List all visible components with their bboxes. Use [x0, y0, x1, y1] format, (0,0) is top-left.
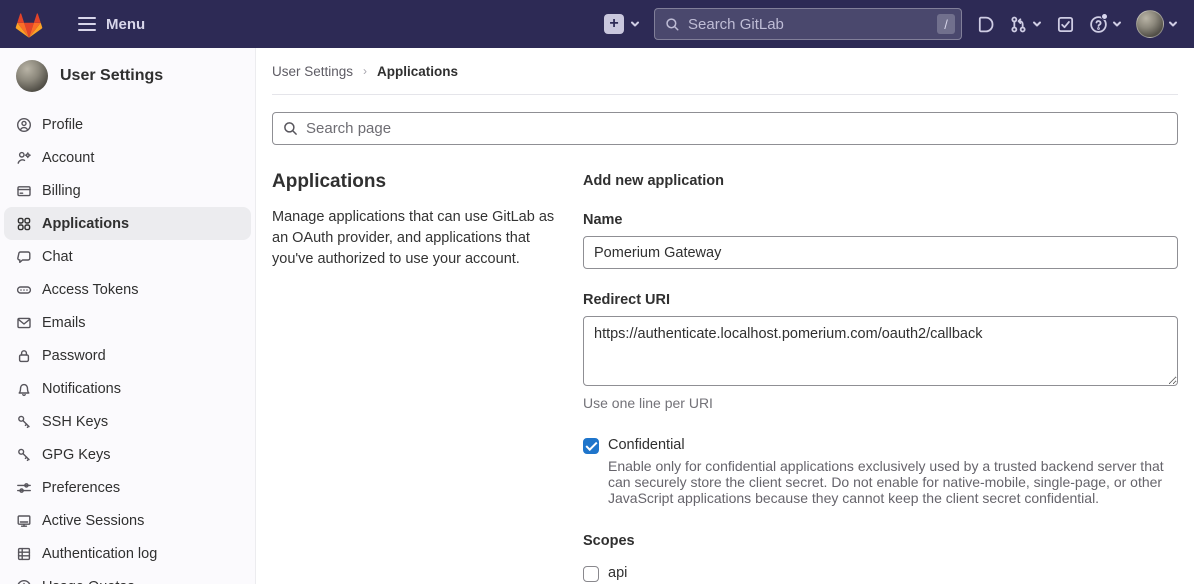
menu-label: Menu: [106, 16, 145, 33]
redirect-uri-textarea[interactable]: https://authenticate.localhost.pomerium.…: [583, 316, 1178, 386]
preferences-icon: [16, 480, 32, 496]
active-sessions-icon: [16, 513, 32, 529]
sidebar-item-notifications[interactable]: Notifications: [4, 372, 251, 405]
sidebar-item-preferences[interactable]: Preferences: [4, 471, 251, 504]
sidebar-item-active-sessions[interactable]: Active Sessions: [4, 504, 251, 537]
ssh-keys-icon: [16, 414, 32, 430]
avatar: [1136, 10, 1164, 38]
notification-dot: [1101, 13, 1108, 20]
sidebar-title: User Settings: [60, 67, 163, 85]
notifications-icon: [16, 381, 32, 397]
hamburger-icon: [78, 17, 96, 31]
merge-requests-button[interactable]: [1009, 15, 1042, 34]
scope-api-row: api: [583, 564, 1178, 582]
chevron-down-icon: [1112, 19, 1122, 29]
password-icon: [16, 348, 32, 364]
redirect-uri-label: Redirect URI: [583, 292, 1178, 308]
page-search[interactable]: [272, 112, 1178, 145]
top-navbar: Menu + /: [0, 0, 1194, 48]
sidebar-header: User Settings: [0, 48, 255, 102]
billing-icon: [16, 183, 32, 199]
breadcrumb-applications: Applications: [377, 64, 458, 79]
gpg-keys-icon: [16, 447, 32, 463]
sidebar-item-billing[interactable]: Billing: [4, 174, 251, 207]
search-icon: [283, 121, 298, 136]
scope-api-checkbox[interactable]: [583, 566, 599, 582]
sidebar-item-profile[interactable]: Profile: [4, 108, 251, 141]
menu-button[interactable]: Menu: [70, 10, 153, 39]
usage-quotas-icon: [16, 579, 32, 584]
global-search[interactable]: /: [654, 8, 962, 40]
plus-icon: +: [604, 14, 624, 34]
page-title: Applications: [272, 171, 559, 193]
sidebar-item-access-tokens[interactable]: Access Tokens: [4, 273, 251, 306]
sidebar-item-applications[interactable]: Applications: [4, 207, 251, 240]
scopes-label: Scopes: [583, 533, 1178, 549]
page-description: Manage applications that can use GitLab …: [272, 207, 559, 270]
search-shortcut-key: /: [937, 14, 955, 34]
issues-button[interactable]: [976, 15, 995, 34]
emails-icon: [16, 315, 32, 331]
account-icon: [16, 150, 32, 166]
chevron-down-icon: [1168, 19, 1178, 29]
page-search-input[interactable]: [306, 120, 1167, 137]
global-search-input[interactable]: [688, 16, 929, 33]
chat-icon: [16, 249, 32, 265]
sidebar-item-gpg-keys[interactable]: GPG Keys: [4, 438, 251, 471]
confidential-row: Confidential: [583, 436, 1178, 454]
applications-icon: [16, 216, 32, 232]
help-button[interactable]: [1089, 15, 1122, 34]
scope-api-label[interactable]: api: [608, 565, 627, 581]
user-menu-button[interactable]: [1136, 10, 1178, 38]
sidebar-item-password[interactable]: Password: [4, 339, 251, 372]
todo-check-icon: [1056, 15, 1075, 34]
chevron-down-icon: [1032, 19, 1042, 29]
confidential-description: Enable only for confidential application…: [608, 458, 1178, 506]
authentication-log-icon: [16, 546, 32, 562]
breadcrumb: User Settings › Applications: [272, 48, 1178, 95]
settings-sidebar: User Settings Profile Account: [0, 48, 256, 584]
sidebar-item-emails[interactable]: Emails: [4, 306, 251, 339]
confidential-checkbox[interactable]: [583, 438, 599, 454]
sidebar-item-ssh-keys[interactable]: SSH Keys: [4, 405, 251, 438]
sidebar-item-chat[interactable]: Chat: [4, 240, 251, 273]
form-heading: Add new application: [583, 173, 1178, 189]
main-content: User Settings › Applications Application…: [256, 48, 1194, 584]
name-label: Name: [583, 212, 1178, 228]
breadcrumb-separator-icon: ›: [363, 64, 367, 78]
confidential-label[interactable]: Confidential: [608, 437, 685, 453]
breadcrumb-user-settings[interactable]: User Settings: [272, 64, 353, 79]
sidebar-item-account[interactable]: Account: [4, 141, 251, 174]
sidebar-item-usage-quotas[interactable]: Usage Quotas: [4, 570, 251, 584]
redirect-uri-help: Use one line per URI: [583, 395, 1178, 411]
chevron-down-icon: [630, 19, 640, 29]
profile-icon: [16, 117, 32, 133]
new-item-dropdown[interactable]: +: [604, 14, 640, 34]
merge-request-icon: [1009, 15, 1028, 34]
issues-icon: [976, 15, 995, 34]
search-icon: [665, 17, 680, 32]
access-tokens-icon: [16, 282, 32, 298]
sidebar-item-authentication-log[interactable]: Authentication log: [4, 537, 251, 570]
avatar: [16, 60, 48, 92]
todos-button[interactable]: [1056, 15, 1075, 34]
application-name-input[interactable]: [583, 236, 1178, 269]
gitlab-logo-icon[interactable]: [14, 10, 44, 39]
